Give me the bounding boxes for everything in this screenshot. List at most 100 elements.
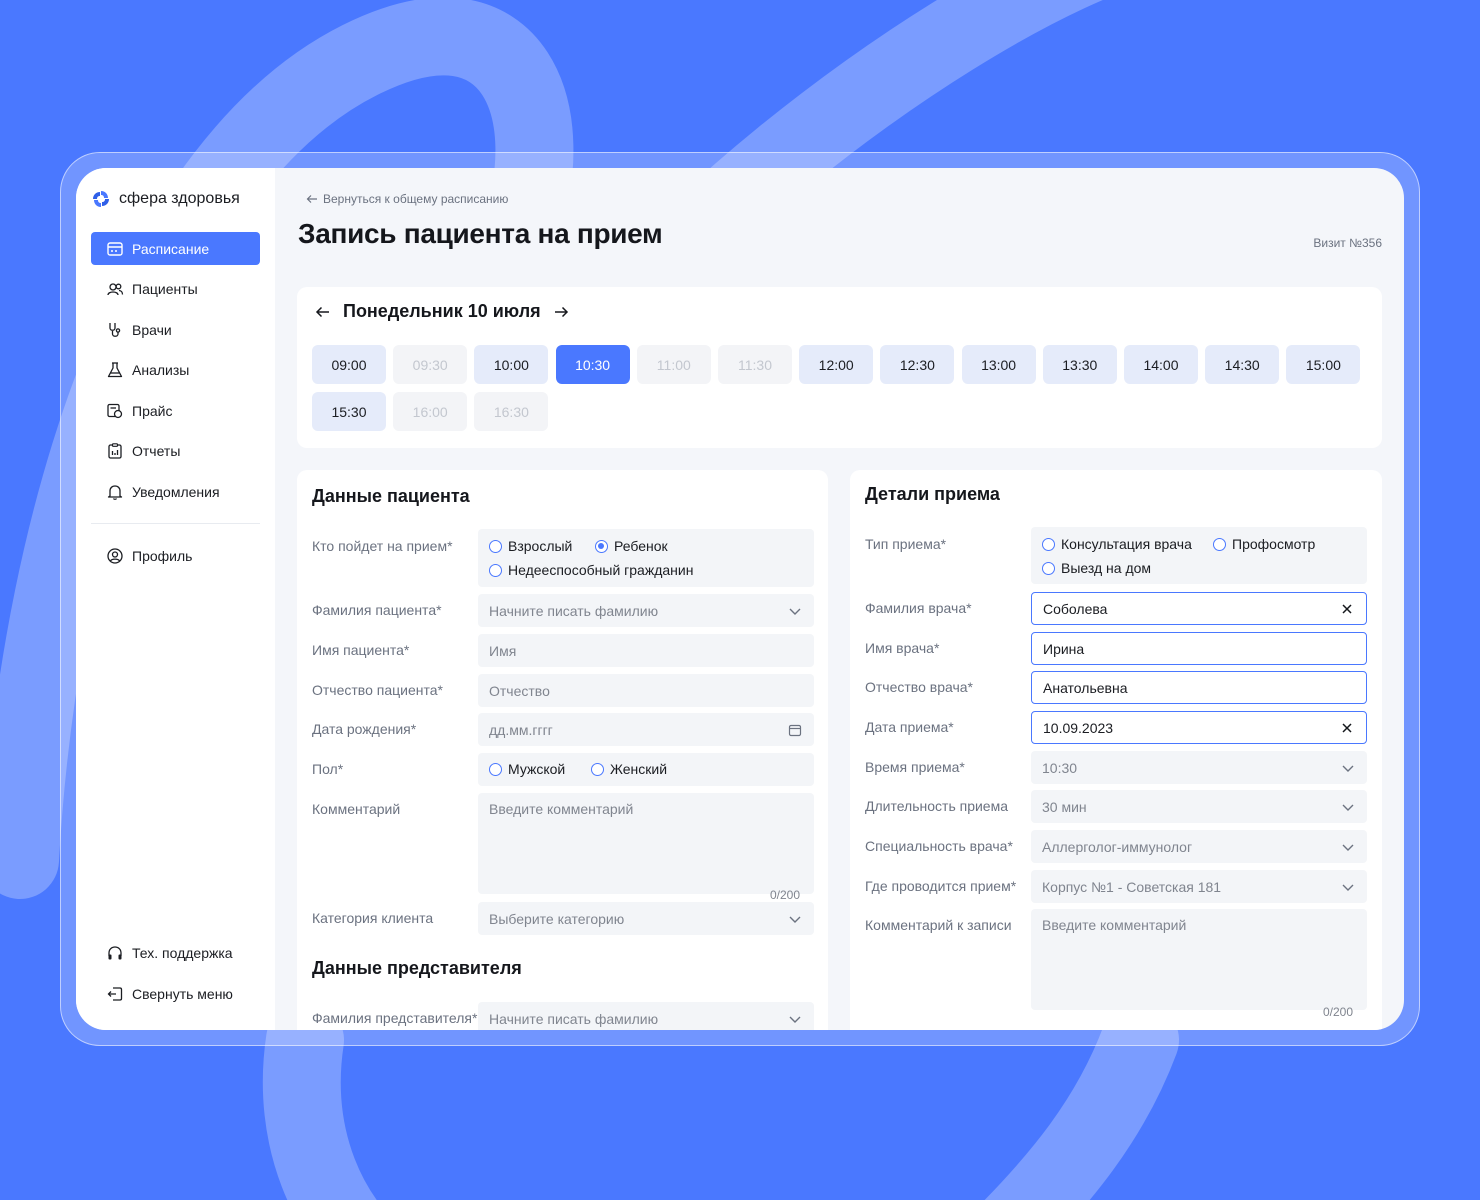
time-slot-1530[interactable]: 15:30: [312, 392, 386, 431]
appointment-section-title: Детали приема: [865, 484, 1000, 504]
time-slot-1200[interactable]: 12:00: [799, 345, 874, 384]
sidebar-item-patients[interactable]: Пациенты: [91, 272, 260, 305]
patient-section-title: Данные пациента: [312, 486, 470, 506]
headphones-icon: [108, 945, 122, 959]
doctor-name-input[interactable]: Ирина: [1031, 632, 1367, 665]
sidebar-item-label: Профиль: [132, 547, 193, 564]
clear-icon[interactable]: [1340, 721, 1354, 735]
radio-female[interactable]: Женский: [591, 761, 667, 777]
patient-data-card: Данные пациента Кто пойдет на прием* Взр…: [297, 470, 828, 1030]
next-day-icon[interactable]: [553, 304, 569, 320]
appointment-date-input[interactable]: 10.09.2023: [1031, 711, 1367, 744]
representative-section-title: Данные представителя: [312, 958, 522, 978]
appointment-comment-textarea[interactable]: Введите комментарий: [1031, 909, 1367, 1010]
calendar-icon[interactable]: [788, 723, 802, 737]
appointment-comment-counter: 0/200: [1323, 1005, 1354, 1019]
time-slot-1100: 11:00: [636, 345, 711, 384]
sidebar-item-collapse-menu[interactable]: Свернуть меню: [91, 977, 260, 1010]
radio-incapacitated[interactable]: Недееспособный гражданин: [489, 562, 693, 578]
sidebar-item-label: Свернуть меню: [132, 985, 233, 1002]
app-window: сфера здоровья Расписание Пациенты Врачи…: [76, 168, 1404, 1030]
patient-patronymic-input[interactable]: Отчество: [478, 674, 814, 707]
sidebar-item-doctors[interactable]: Врачи: [91, 313, 260, 346]
sidebar-item-support[interactable]: Тех. поддержка: [91, 936, 260, 969]
time-slot-0900[interactable]: 09:00: [312, 345, 386, 384]
report-icon: [108, 442, 122, 459]
patient-surname-select[interactable]: Начните писать фамилию: [478, 594, 814, 627]
sidebar-item-schedule[interactable]: Расписание: [91, 232, 260, 265]
radio-home-visit[interactable]: Выезд на дом: [1042, 560, 1151, 576]
doctor-surname-input[interactable]: Соболева: [1031, 592, 1367, 625]
time-slot-1600: 16:00: [393, 392, 468, 431]
radio-dot: [1042, 537, 1055, 551]
comment-counter: 0/200: [770, 888, 801, 902]
price-icon: [107, 403, 123, 418]
sidebar-item-label: Врачи: [132, 321, 172, 338]
comment-textarea[interactable]: Введите комментарий: [478, 793, 814, 894]
radio-adult[interactable]: Взрослый: [489, 538, 572, 554]
appointment-time-label: Время приема*: [865, 759, 965, 775]
type-label: Тип приема*: [865, 536, 947, 552]
appointment-comment-label: Комментарий к записи: [865, 917, 1012, 933]
sidebar-item-label: Тех. поддержка: [132, 944, 233, 961]
visit-number: Визит №356: [1313, 236, 1382, 250]
time-slot-1430[interactable]: 14:30: [1205, 345, 1280, 384]
time-slot-1030[interactable]: 10:30: [555, 345, 630, 384]
logo[interactable]: сфера здоровья: [91, 189, 240, 209]
clear-icon[interactable]: [1340, 602, 1354, 616]
radio-dot: [591, 762, 604, 776]
radio-checkup[interactable]: Профосмотр: [1213, 536, 1315, 552]
birth-date-input[interactable]: дд.мм.гггг: [478, 713, 814, 746]
bell-icon: [107, 484, 123, 500]
calendar-icon: [107, 241, 123, 256]
radio-child[interactable]: Ребенок: [595, 538, 668, 554]
chevron-down-icon: [789, 608, 801, 615]
doctor-name-label: Имя врача*: [865, 640, 940, 656]
representative-surname-select[interactable]: Начните писать фамилию: [478, 1002, 814, 1030]
arrow-left-icon: [306, 195, 317, 203]
sidebar-item-reports[interactable]: Отчеты: [91, 434, 260, 467]
prev-day-icon[interactable]: [315, 304, 331, 320]
chevron-down-icon: [1342, 765, 1354, 772]
time-slot-1400[interactable]: 14:00: [1124, 345, 1198, 384]
chevron-down-icon: [1342, 844, 1354, 851]
type-radio-group: Консультация врача Профосмотр Выезд на д…: [1031, 527, 1367, 584]
duration-select[interactable]: 30 мин: [1031, 790, 1367, 823]
gender-label: Пол*: [312, 761, 344, 777]
back-to-schedule-link[interactable]: Вернуться к общему расписанию: [306, 192, 508, 206]
doctor-patronymic-input[interactable]: Анатольевна: [1031, 671, 1367, 704]
sidebar-item-profile[interactable]: Профиль: [91, 539, 260, 572]
specialty-label: Специальность врача*: [865, 838, 1013, 854]
radio-dot: [489, 563, 502, 577]
patient-name-input[interactable]: Имя: [478, 634, 814, 667]
sidebar-item-label: Пациенты: [132, 280, 198, 297]
representative-surname-label: Фамилия представителя*: [312, 1010, 478, 1026]
time-slot-1330[interactable]: 13:30: [1042, 345, 1117, 384]
category-select[interactable]: Выберите категорию: [478, 902, 814, 935]
sidebar-item-notifications[interactable]: Уведомления: [91, 475, 260, 508]
radio-dot: [1042, 561, 1055, 575]
users-icon: [107, 282, 124, 295]
sidebar: сфера здоровья Расписание Пациенты Врачи…: [76, 168, 275, 1030]
appointment-details-card: Детали приема Тип приема* Консультация в…: [850, 470, 1382, 1030]
sidebar-item-price[interactable]: Прайс: [91, 394, 260, 427]
appointment-time-select[interactable]: 10:30: [1031, 751, 1367, 784]
gender-radio-group: Мужской Женский: [478, 753, 814, 786]
location-select[interactable]: Корпус №1 - Советская 181: [1031, 870, 1367, 903]
time-slot-1300[interactable]: 13:00: [961, 345, 1036, 384]
time-slot-1500[interactable]: 15:00: [1286, 345, 1361, 384]
sidebar-item-label: Уведомления: [132, 483, 220, 500]
radio-dot-selected: [595, 539, 608, 553]
category-label: Категория клиента: [312, 910, 434, 926]
radio-consultation[interactable]: Консультация врача: [1042, 536, 1192, 552]
location-label: Где проводится прием*: [865, 878, 1017, 894]
flask-icon: [107, 361, 123, 377]
sidebar-item-tests[interactable]: Анализы: [91, 353, 260, 386]
doctor-patronymic-label: Отчество врача*: [865, 679, 973, 695]
time-slot-1230[interactable]: 12:30: [880, 345, 955, 384]
time-slot-1000[interactable]: 10:00: [474, 345, 549, 384]
radio-male[interactable]: Мужской: [489, 761, 565, 777]
chevron-down-icon: [1342, 804, 1354, 811]
specialty-select[interactable]: Аллерголог-иммунолог: [1031, 830, 1367, 863]
schedule-card: Понедельник 10 июля 09:00 09:30 10:00 10:30…: [297, 287, 1382, 448]
